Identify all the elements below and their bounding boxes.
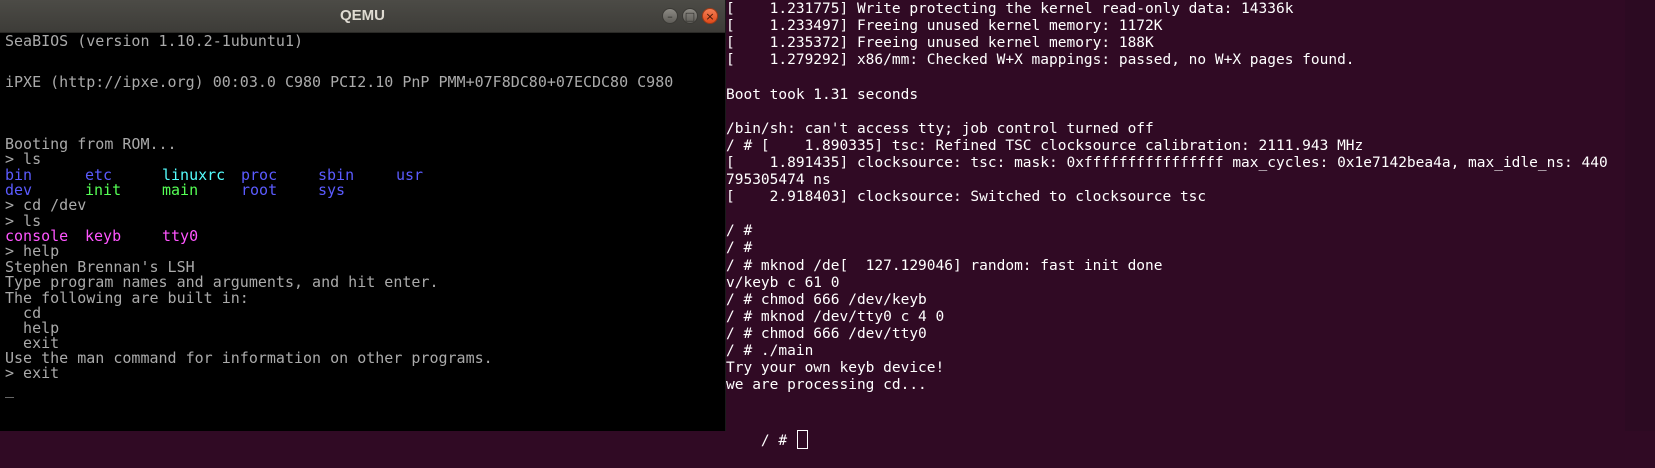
console-command: > cd /dev	[5, 196, 87, 214]
terminal-line: / # mknod /de[ 127.129046] random: fast …	[726, 257, 1163, 274]
terminal-line: / #	[726, 240, 753, 257]
terminal-scroll-edge	[1625, 0, 1655, 431]
qemu-titlebar[interactable]: QEMU – □ ×	[0, 0, 725, 33]
terminal-line: / # chmod 666 /dev/keyb	[726, 291, 927, 308]
window-title: QEMU	[340, 7, 385, 24]
terminal-line: /bin/sh: can't access tty; job control t…	[726, 120, 1154, 137]
ls-entry: sys	[318, 181, 346, 199]
terminal-line: Try your own keyb device!	[726, 360, 945, 377]
seabios-banner: SeaBIOS (version 1.10.2-1ubuntu1)	[5, 33, 304, 50]
terminal-line: [ 1.233497] Freeing unused kernel memory…	[726, 18, 1163, 35]
terminal-prompt: / #	[760, 433, 796, 449]
close-button[interactable]: ×	[702, 8, 718, 24]
maximize-button[interactable]: □	[682, 8, 698, 24]
help-text: Type program names and arguments, and hi…	[5, 273, 439, 291]
console-command: > ls	[5, 150, 42, 168]
ls-entry: tty0	[162, 227, 199, 245]
terminal-line: Boot took 1.31 seconds	[726, 86, 919, 103]
terminal-line: [ 1.235372] Freeing unused kernel memory…	[726, 35, 1154, 52]
terminal-line: / # ./main	[726, 343, 814, 359]
terminal-line: / # chmod 666 /dev/tty0	[726, 325, 927, 342]
minimize-button[interactable]: –	[662, 8, 678, 24]
host-terminal[interactable]: [ 1.231775] Write protecting the kernel …	[715, 0, 1655, 449]
terminal-line: [ 1.231775] Write protecting the kernel …	[726, 1, 1294, 17]
terminal-line: we are processing cd...	[726, 377, 927, 394]
qemu-window[interactable]: QEMU – □ × SeaBIOS (version 1.10.2-1ubun…	[0, 0, 726, 431]
console-command: > exit	[5, 364, 60, 382]
terminal-line: v/keyb c 61 0	[726, 274, 840, 291]
ipxe-banner: iPXE (http://ipxe.org) 00:03.0 C980 PCI2…	[5, 73, 674, 91]
ls-entry: usr	[396, 166, 424, 184]
terminal-line: [ 2.918403] clocksource: Switched to clo…	[726, 189, 1207, 206]
terminal-line: [ 1.279292] x86/mm: Checked W+X mappings…	[726, 52, 1355, 69]
ls-entry: init	[85, 181, 122, 199]
ls-entry: main	[162, 181, 199, 199]
help-text: Use the man command for information on o…	[5, 349, 493, 367]
console-command: > help	[5, 242, 60, 260]
console-cursor: _	[5, 380, 15, 398]
terminal-cursor	[796, 430, 808, 449]
ls-entry: keyb	[85, 227, 122, 245]
terminal-prompt-line[interactable]: / #	[726, 412, 808, 468]
ls-entry: root	[241, 181, 278, 199]
terminal-line: / # mknod /dev/tty0 c 4 0	[726, 308, 945, 325]
help-text: The following are built in:	[5, 289, 249, 307]
terminal-line: 795305474 ns	[726, 172, 831, 188]
terminal-line: / #	[726, 223, 753, 240]
qemu-console-screen[interactable]: SeaBIOS (version 1.10.2-1ubuntu1) iPXE (…	[0, 33, 725, 431]
terminal-line: / # [ 1.890335] tsc: Refined TSC clockso…	[726, 137, 1364, 154]
terminal-line: [ 1.891435] clocksource: tsc: mask: 0xff…	[726, 154, 1608, 171]
